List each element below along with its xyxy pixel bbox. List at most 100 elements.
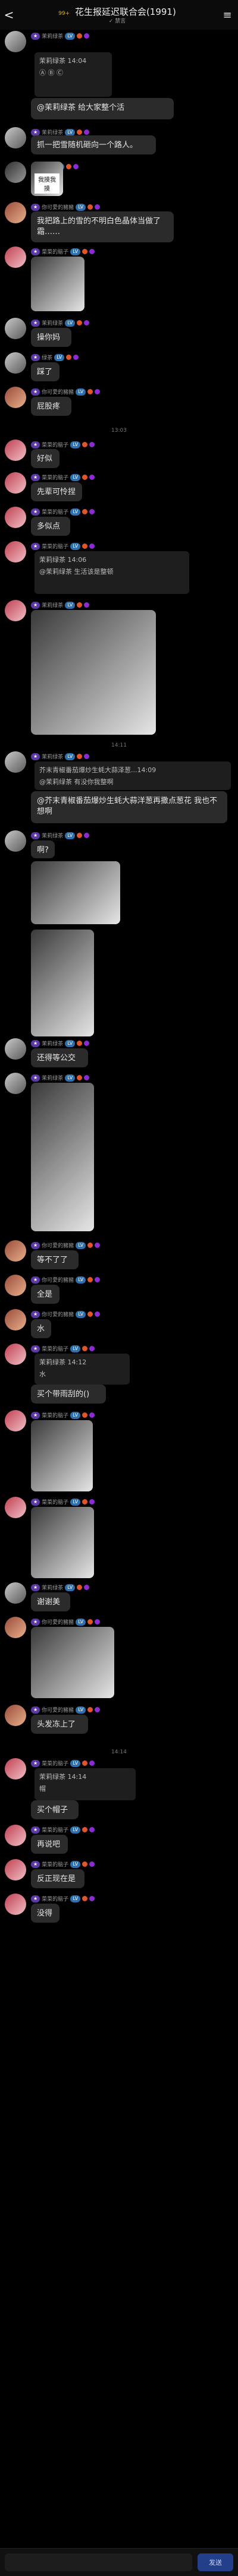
avatar[interactable] xyxy=(5,1497,26,1518)
quote-text: @茉莉绿茶 有没你我整啊 xyxy=(39,778,114,786)
quoted-message[interactable]: 茉莉绿茶 14:14 帽 xyxy=(35,1768,136,1800)
avatar[interactable] xyxy=(5,387,26,408)
level-badge: LV xyxy=(65,1074,76,1082)
message-bubble[interactable]: 啊? xyxy=(31,840,55,858)
flame-icon xyxy=(77,129,83,135)
message-bubble[interactable]: 我把路上的雪的不明白色晶体当做了霜…… xyxy=(31,211,174,242)
member-badge: ★ xyxy=(31,1411,40,1419)
avatar[interactable] xyxy=(5,31,26,52)
avatar[interactable] xyxy=(5,1344,26,1365)
image-message[interactable]: 我摸我摸 xyxy=(31,162,63,196)
sender-label: 你可愛的豬豬 xyxy=(42,205,74,211)
gem-icon xyxy=(84,754,90,759)
avatar[interactable] xyxy=(5,1582,26,1604)
message-bubble[interactable]: 水 xyxy=(31,1319,51,1338)
sender-label: 茉莉绿茶 xyxy=(42,321,64,327)
message-bubble[interactable]: 全是 xyxy=(31,1285,60,1304)
message-bubble[interactable]: 先辈可怜捏 xyxy=(31,482,82,501)
gem-icon xyxy=(84,320,90,325)
message-bubble[interactable]: 多似点 xyxy=(31,517,70,536)
flame-icon xyxy=(77,602,83,608)
sender-name: ★ 你可愛的豬豬 LV xyxy=(31,1241,101,1249)
message-bubble[interactable]: 买个帽子 xyxy=(31,1800,79,1819)
gem-icon xyxy=(89,543,95,549)
avatar[interactable] xyxy=(5,127,26,148)
message-bubble[interactable]: 买个带雨刮的() xyxy=(31,1385,106,1404)
image-message[interactable] xyxy=(31,930,94,1036)
gem-icon xyxy=(89,1861,95,1867)
quoted-message[interactable]: 芥末青椒番茄爆炒生蚝大蒜泽葱...14:09 @茉莉绿茶 有没你我整啊 xyxy=(35,761,231,790)
message-bubble[interactable]: 再说吧 xyxy=(31,1835,68,1854)
message-bubble[interactable]: 头发冻上了 xyxy=(31,1715,88,1734)
message-input[interactable] xyxy=(5,2553,192,2571)
member-badge: ★ xyxy=(31,1039,40,1047)
avatar[interactable] xyxy=(5,1825,26,1846)
member-badge: ★ xyxy=(31,441,40,448)
quote-author: 茉莉绿茶 14:04 xyxy=(39,57,87,65)
avatar[interactable] xyxy=(5,1758,26,1780)
message-bubble[interactable]: 好似 xyxy=(31,449,60,468)
avatar[interactable] xyxy=(5,830,26,852)
sender-label: 茉莉绿茶 xyxy=(42,1585,64,1591)
message-bubble[interactable]: 还得等公交 xyxy=(31,1048,88,1067)
sender-label: 菜菜的脑子 xyxy=(42,1500,69,1506)
flame-icon xyxy=(87,1619,93,1624)
image-message[interactable] xyxy=(31,257,84,311)
image-message[interactable] xyxy=(31,1627,114,1698)
back-icon[interactable]: < xyxy=(0,8,18,22)
avatar[interactable] xyxy=(5,202,26,223)
message-bubble[interactable]: 屁股疼 xyxy=(31,397,71,416)
quoted-message[interactable]: 茉莉绿茶 14:06 @茉莉绿茶 生活该是整顿 xyxy=(35,551,189,594)
image-message[interactable] xyxy=(31,1507,94,1578)
sender-name: ★ 茉莉绿茶 LV xyxy=(31,753,90,760)
avatar[interactable] xyxy=(5,1705,26,1726)
avatar[interactable] xyxy=(5,472,26,494)
sender-label: 你可愛的豬豬 xyxy=(42,1708,74,1714)
message-bubble[interactable]: 操你妈 xyxy=(31,328,71,347)
avatar[interactable] xyxy=(5,1073,26,1094)
avatar[interactable] xyxy=(5,1617,26,1638)
level-badge: LV xyxy=(65,832,76,839)
member-badge: ★ xyxy=(31,248,40,255)
avatar[interactable] xyxy=(5,751,26,773)
image-message[interactable] xyxy=(31,861,120,924)
avatar[interactable] xyxy=(5,1275,26,1296)
avatar[interactable] xyxy=(5,1309,26,1330)
avatar[interactable] xyxy=(5,1038,26,1060)
message-bubble[interactable]: 等不了了 xyxy=(31,1250,79,1269)
message-bubble[interactable]: @芥末青椒番茄爆炒生蚝大蒜洋葱再撒点葱花 我也不想啊 xyxy=(31,791,227,823)
send-button[interactable]: 发送 xyxy=(198,2553,233,2571)
avatar[interactable] xyxy=(5,1859,26,1880)
avatar[interactable] xyxy=(5,541,26,562)
avatar[interactable] xyxy=(5,162,26,183)
quoted-message[interactable]: 茉莉绿茶 14:04 Ⓐ Ⓑ Ⓒ xyxy=(35,52,112,97)
message-bubble[interactable]: @茉莉绿茶 给大家整个活 xyxy=(31,98,174,119)
avatar[interactable] xyxy=(5,600,26,621)
avatar[interactable] xyxy=(5,352,26,374)
level-badge: LV xyxy=(76,1276,86,1284)
avatar[interactable] xyxy=(5,1894,26,1915)
avatar[interactable] xyxy=(5,507,26,528)
member-badge: ★ xyxy=(31,832,40,839)
message-bubble[interactable]: 踩了 xyxy=(31,362,60,381)
level-badge: LV xyxy=(70,1860,81,1868)
avatar[interactable] xyxy=(5,440,26,461)
message-bubble[interactable]: 谢谢美 xyxy=(31,1592,70,1611)
gem-icon xyxy=(95,1277,101,1282)
message-bubble[interactable]: 反正现在是 xyxy=(31,1869,84,1888)
flame-icon xyxy=(87,1311,93,1317)
avatar[interactable] xyxy=(5,246,26,268)
message-bubble[interactable]: 抓一把雪随机砸向一个路人。 xyxy=(31,135,156,154)
message-bubble[interactable]: 没得 xyxy=(31,1904,60,1923)
image-message[interactable] xyxy=(31,1420,93,1491)
image-message[interactable] xyxy=(31,610,156,735)
image-message[interactable] xyxy=(31,1083,94,1231)
gem-icon xyxy=(89,442,95,447)
quoted-message[interactable]: 茉莉绿茶 14:12 水 xyxy=(35,1354,130,1385)
avatar[interactable] xyxy=(5,318,26,339)
avatar[interactable] xyxy=(5,1240,26,1262)
avatar[interactable] xyxy=(5,1410,26,1431)
quote-text: Ⓐ Ⓑ Ⓒ xyxy=(39,69,63,77)
menu-icon[interactable]: ≡ xyxy=(217,9,238,21)
member-badge: ★ xyxy=(31,388,40,396)
